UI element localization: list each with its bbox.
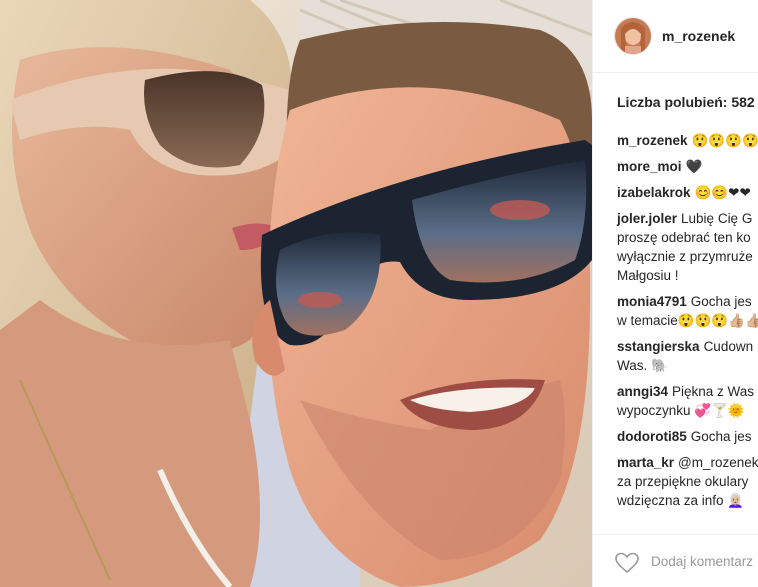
post-photo[interactable] [0,0,592,587]
comment-author[interactable]: izabelakrok [617,185,691,200]
comment-author[interactable]: marta_kr [617,455,674,470]
comment-line: proszę odebrać ten ko [617,228,758,247]
avatar[interactable] [614,17,652,55]
comment-item: more_moi 🖤 [617,157,758,176]
comment-text: 😲😲😲😲 [691,133,758,148]
likes-count[interactable]: Liczba polubień: 582 [617,94,755,110]
comment-text: 🖤 [685,159,703,174]
comment-line: joler.joler Lubię Cię G [617,209,758,228]
comment-line: sstangierska Cudown [617,337,758,356]
comment-author[interactable]: anngi34 [617,384,668,399]
comment-line: Małgosiu ! [617,266,758,285]
comment-text: w temacie😲😲😲👍🏼👍🏼 [617,313,758,328]
comment-text: 😊😊❤❤ [694,185,751,200]
comment-author[interactable]: monia4791 [617,294,687,309]
comment-item: anngi34 Piękna z Was wypoczynku 💞🍸🌞 [617,382,758,420]
comment-item: marta_kr @m_rozenekza przepiękne okulary w… [617,453,758,510]
post-username[interactable]: m_rozenek [662,28,735,44]
comment-line: wyłącznie z przymruże [617,247,758,266]
post-header: m_rozenek [593,0,758,73]
comment-line: wypoczynku 💞🍸🌞 [617,401,758,420]
comment-line: anngi34 Piękna z Was [617,382,758,401]
comment-line: m_rozenek 😲😲😲😲 [617,131,758,150]
comment-item: dodoroti85 Gocha jes [617,427,758,446]
comment-item: m_rozenek 😲😲😲😲 [617,131,758,150]
comment-line: more_moi 🖤 [617,157,758,176]
comment-item: sstangierska Cudown Was. 🐘 [617,337,758,375]
comment-item: joler.joler Lubię Cię G proszę odebrać ten… [617,209,758,285]
selfie-image [0,0,592,587]
post-sidebar: m_rozenek Liczba polubień: 582 m_rozenek… [592,0,758,587]
comment-line: marta_kr @m_rozenek [617,453,758,472]
comment-author[interactable]: m_rozenek [617,133,688,148]
comment-text: wyłącznie z przymruże [617,249,753,264]
comment-text: Gocha jes [690,294,752,309]
comment-line: dodoroti85 Gocha jes [617,427,758,446]
comment-text: wdzięczna za info 👩🏼‍🦳 [617,493,745,508]
comment-line: monia4791 Gocha jes [617,292,758,311]
avatar-image [615,18,651,54]
heart-icon[interactable] [615,552,639,574]
comment-author[interactable]: sstangierska [617,339,700,354]
comment-text: Lubię Cię G [681,211,753,226]
comment-text: Małgosiu ! [617,268,679,283]
comment-line: za przepiękne okulary [617,472,758,491]
comment-text: wypoczynku 💞🍸🌞 [617,403,745,418]
comment-line: Was. 🐘 [617,356,758,375]
comment-text: Piękna z Was [672,384,755,399]
comments-list: m_rozenek 😲😲😲😲 more_moi 🖤 izabelakrok 😊😊❤❤ jol… [617,131,758,517]
comment-text: proszę odebrać ten ko [617,230,751,245]
comment-bar [593,534,758,587]
comment-text: za przepiękne okulary [617,474,749,489]
comment-item: monia4791 Gocha jes w temacie😲😲😲👍🏼👍🏼 [617,292,758,330]
comment-author[interactable]: joler.joler [617,211,677,226]
comment-text: @m_rozenek [678,455,758,470]
comment-text: Gocha jes [690,429,752,444]
comment-author[interactable]: dodoroti85 [617,429,687,444]
comment-text: Was. 🐘 [617,358,668,373]
comment-item: izabelakrok 😊😊❤❤ [617,183,758,202]
comment-line: izabelakrok 😊😊❤❤ [617,183,758,202]
comment-line: wdzięczna za info 👩🏼‍🦳 [617,491,758,510]
comment-line: w temacie😲😲😲👍🏼👍🏼 [617,311,758,330]
comment-author[interactable]: more_moi [617,159,682,174]
comment-text: Cudown [703,339,754,354]
add-comment-input[interactable] [651,554,758,569]
